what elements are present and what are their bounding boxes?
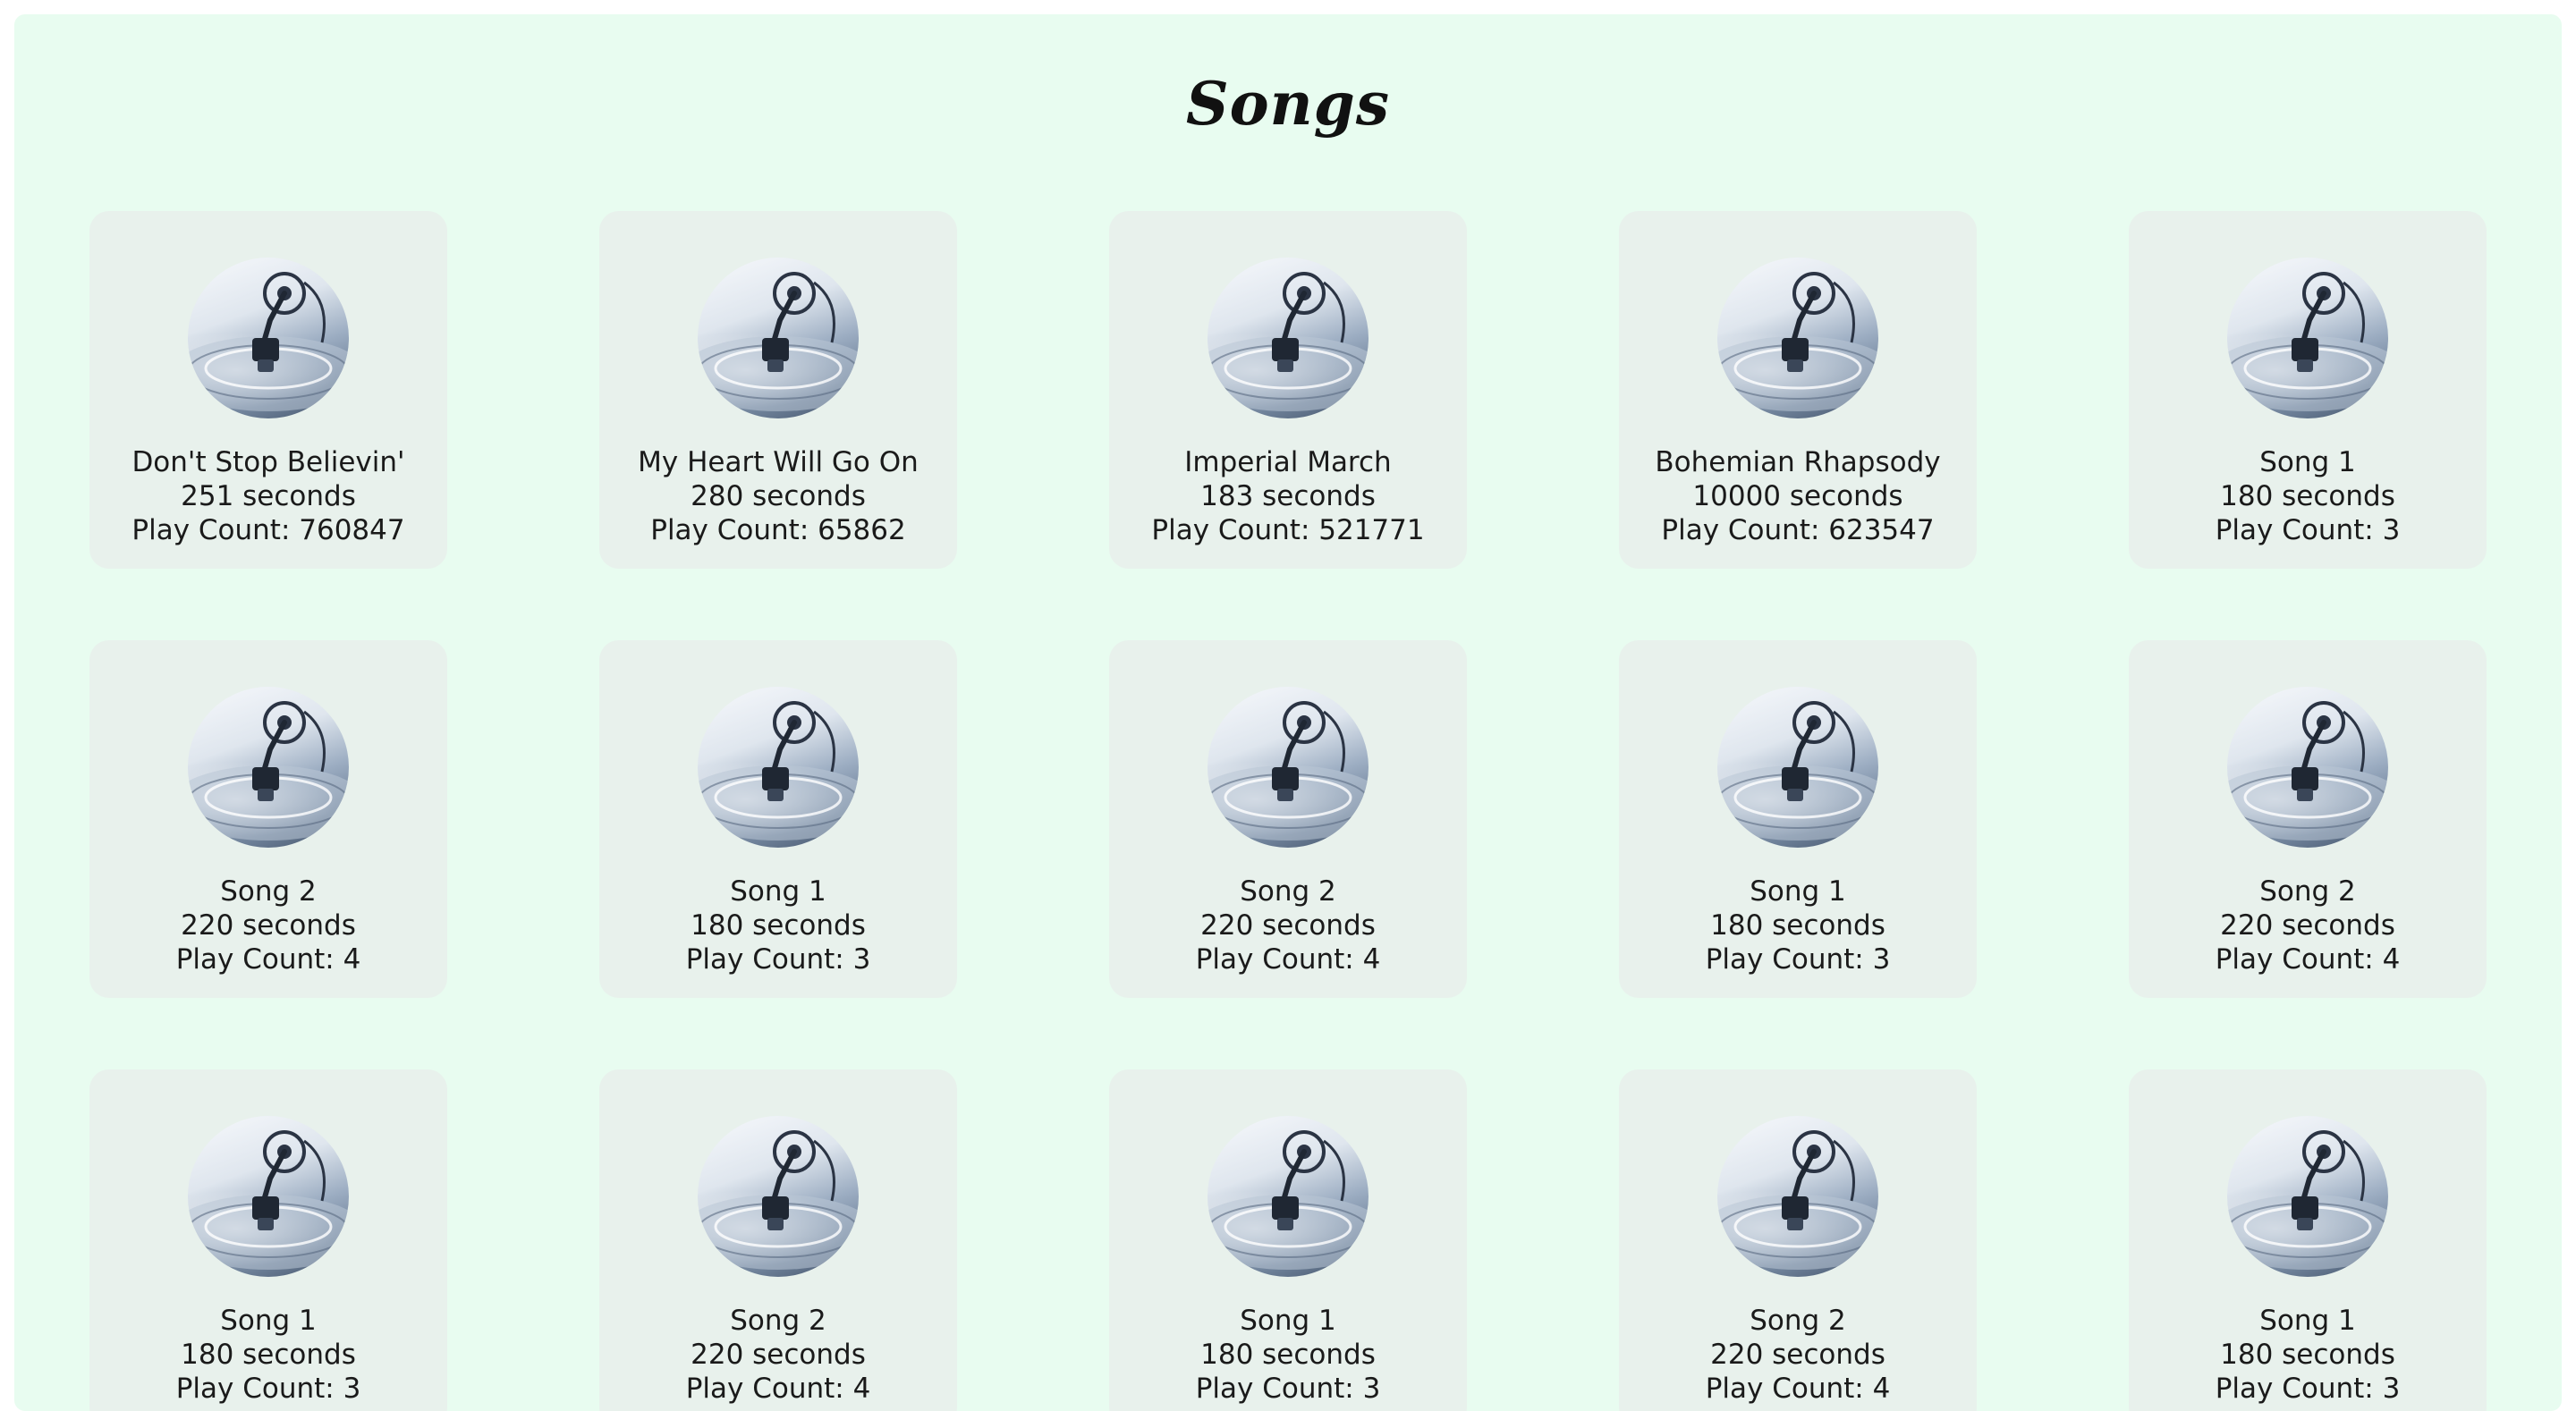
song-play-count: Play Count: 4 [1195, 943, 1381, 976]
song-play-count: Play Count: 4 [685, 1373, 871, 1405]
song-duration: 220 seconds [1710, 1339, 1885, 1371]
turntable-icon [698, 258, 859, 418]
song-info: Song 1 180 seconds Play Count: 3 [2129, 445, 2487, 547]
song-info: Song 2 220 seconds Play Count: 4 [89, 874, 447, 976]
song-title: Don't Stop Believin' [131, 446, 405, 478]
turntable-icon [188, 1116, 349, 1277]
song-duration: 220 seconds [181, 909, 356, 942]
song-title: Song 2 [730, 1305, 826, 1337]
song-title: Song 2 [1240, 875, 1336, 908]
turntable-icon [1717, 687, 1878, 848]
song-card[interactable]: Song 2 220 seconds Play Count: 4 [89, 640, 447, 998]
song-play-count: Play Count: 4 [175, 943, 361, 976]
song-play-count: Play Count: 3 [1195, 1373, 1381, 1405]
song-info: Song 1 180 seconds Play Count: 3 [1619, 874, 1977, 976]
song-duration: 220 seconds [2220, 909, 2395, 942]
song-play-count: Play Count: 3 [685, 943, 871, 976]
song-card[interactable]: Song 1 180 seconds Play Count: 3 [1619, 640, 1977, 998]
song-duration: 251 seconds [181, 480, 356, 512]
song-duration: 180 seconds [2220, 1339, 2395, 1371]
turntable-icon [188, 687, 349, 848]
turntable-icon [2227, 258, 2388, 418]
song-title: Song 2 [1750, 1305, 1846, 1337]
song-title: Song 1 [1750, 875, 1846, 908]
song-info: Bohemian Rhapsody 10000 seconds Play Cou… [1619, 445, 1977, 547]
song-title: Song 1 [2259, 1305, 2356, 1337]
song-card[interactable]: Bohemian Rhapsody 10000 seconds Play Cou… [1619, 211, 1977, 569]
turntable-icon [698, 687, 859, 848]
song-grid: Don't Stop Believin' 251 seconds Play Co… [89, 211, 2487, 1411]
song-title: Bohemian Rhapsody [1655, 446, 1941, 478]
song-info: Song 1 180 seconds Play Count: 3 [1109, 1304, 1467, 1406]
song-title: Song 1 [2259, 446, 2356, 478]
song-info: Song 1 180 seconds Play Count: 3 [2129, 1304, 2487, 1406]
song-play-count: Play Count: 3 [2215, 514, 2401, 546]
song-card[interactable]: Song 1 180 seconds Play Count: 3 [599, 640, 957, 998]
song-card[interactable]: Song 1 180 seconds Play Count: 3 [89, 1069, 447, 1411]
song-info: My Heart Will Go On 280 seconds Play Cou… [599, 445, 957, 547]
song-duration: 180 seconds [181, 1339, 356, 1371]
song-play-count: Play Count: 760847 [131, 514, 405, 546]
song-play-count: Play Count: 4 [2215, 943, 2401, 976]
song-duration: 180 seconds [691, 909, 866, 942]
song-card[interactable]: My Heart Will Go On 280 seconds Play Cou… [599, 211, 957, 569]
turntable-icon [1208, 1116, 1368, 1277]
song-play-count: Play Count: 65862 [650, 514, 906, 546]
turntable-icon [698, 1116, 859, 1277]
song-play-count: Play Count: 4 [1705, 1373, 1891, 1405]
song-info: Song 1 180 seconds Play Count: 3 [599, 874, 957, 976]
song-duration: 180 seconds [1200, 1339, 1376, 1371]
song-info: Song 2 220 seconds Play Count: 4 [1619, 1304, 1977, 1406]
song-card[interactable]: Song 1 180 seconds Play Count: 3 [2129, 1069, 2487, 1411]
song-play-count: Play Count: 3 [2215, 1373, 2401, 1405]
page-background: Songs Don't Stop Believin' 251 seconds P… [14, 14, 2562, 1411]
song-card[interactable]: Song 2 220 seconds Play Count: 4 [1619, 1069, 1977, 1411]
song-title: Song 1 [730, 875, 826, 908]
song-title: Song 2 [220, 875, 317, 908]
song-duration: 280 seconds [691, 480, 866, 512]
song-card[interactable]: Imperial March 183 seconds Play Count: 5… [1109, 211, 1467, 569]
song-card[interactable]: Song 1 180 seconds Play Count: 3 [1109, 1069, 1467, 1411]
turntable-icon [2227, 687, 2388, 848]
song-card[interactable]: Song 2 220 seconds Play Count: 4 [1109, 640, 1467, 998]
song-card[interactable]: Don't Stop Believin' 251 seconds Play Co… [89, 211, 447, 569]
song-play-count: Play Count: 3 [1705, 943, 1891, 976]
song-title: Song 1 [220, 1305, 317, 1337]
song-duration: 220 seconds [1200, 909, 1376, 942]
song-duration: 220 seconds [691, 1339, 866, 1371]
turntable-icon [1717, 1116, 1878, 1277]
song-play-count: Play Count: 623547 [1661, 514, 1935, 546]
turntable-icon [2227, 1116, 2388, 1277]
song-info: Don't Stop Believin' 251 seconds Play Co… [89, 445, 447, 547]
turntable-icon [1208, 258, 1368, 418]
song-card[interactable]: Song 2 220 seconds Play Count: 4 [2129, 640, 2487, 998]
turntable-icon [1717, 258, 1878, 418]
page-title: Songs [1186, 69, 1390, 139]
song-title: My Heart Will Go On [638, 446, 919, 478]
song-duration: 180 seconds [1710, 909, 1885, 942]
song-info: Song 2 220 seconds Play Count: 4 [2129, 874, 2487, 976]
song-play-count: Play Count: 521771 [1151, 514, 1425, 546]
song-info: Imperial March 183 seconds Play Count: 5… [1109, 445, 1467, 547]
song-info: Song 2 220 seconds Play Count: 4 [599, 1304, 957, 1406]
song-card[interactable]: Song 2 220 seconds Play Count: 4 [599, 1069, 957, 1411]
song-play-count: Play Count: 3 [175, 1373, 361, 1405]
song-title: Song 1 [1240, 1305, 1336, 1337]
song-duration: 183 seconds [1200, 480, 1376, 512]
song-title: Imperial March [1184, 446, 1392, 478]
turntable-icon [188, 258, 349, 418]
turntable-icon [1208, 687, 1368, 848]
song-duration: 180 seconds [2220, 480, 2395, 512]
song-info: Song 2 220 seconds Play Count: 4 [1109, 874, 1467, 976]
song-duration: 10000 seconds [1692, 480, 1903, 512]
song-info: Song 1 180 seconds Play Count: 3 [89, 1304, 447, 1406]
song-card[interactable]: Song 1 180 seconds Play Count: 3 [2129, 211, 2487, 569]
song-title: Song 2 [2259, 875, 2356, 908]
